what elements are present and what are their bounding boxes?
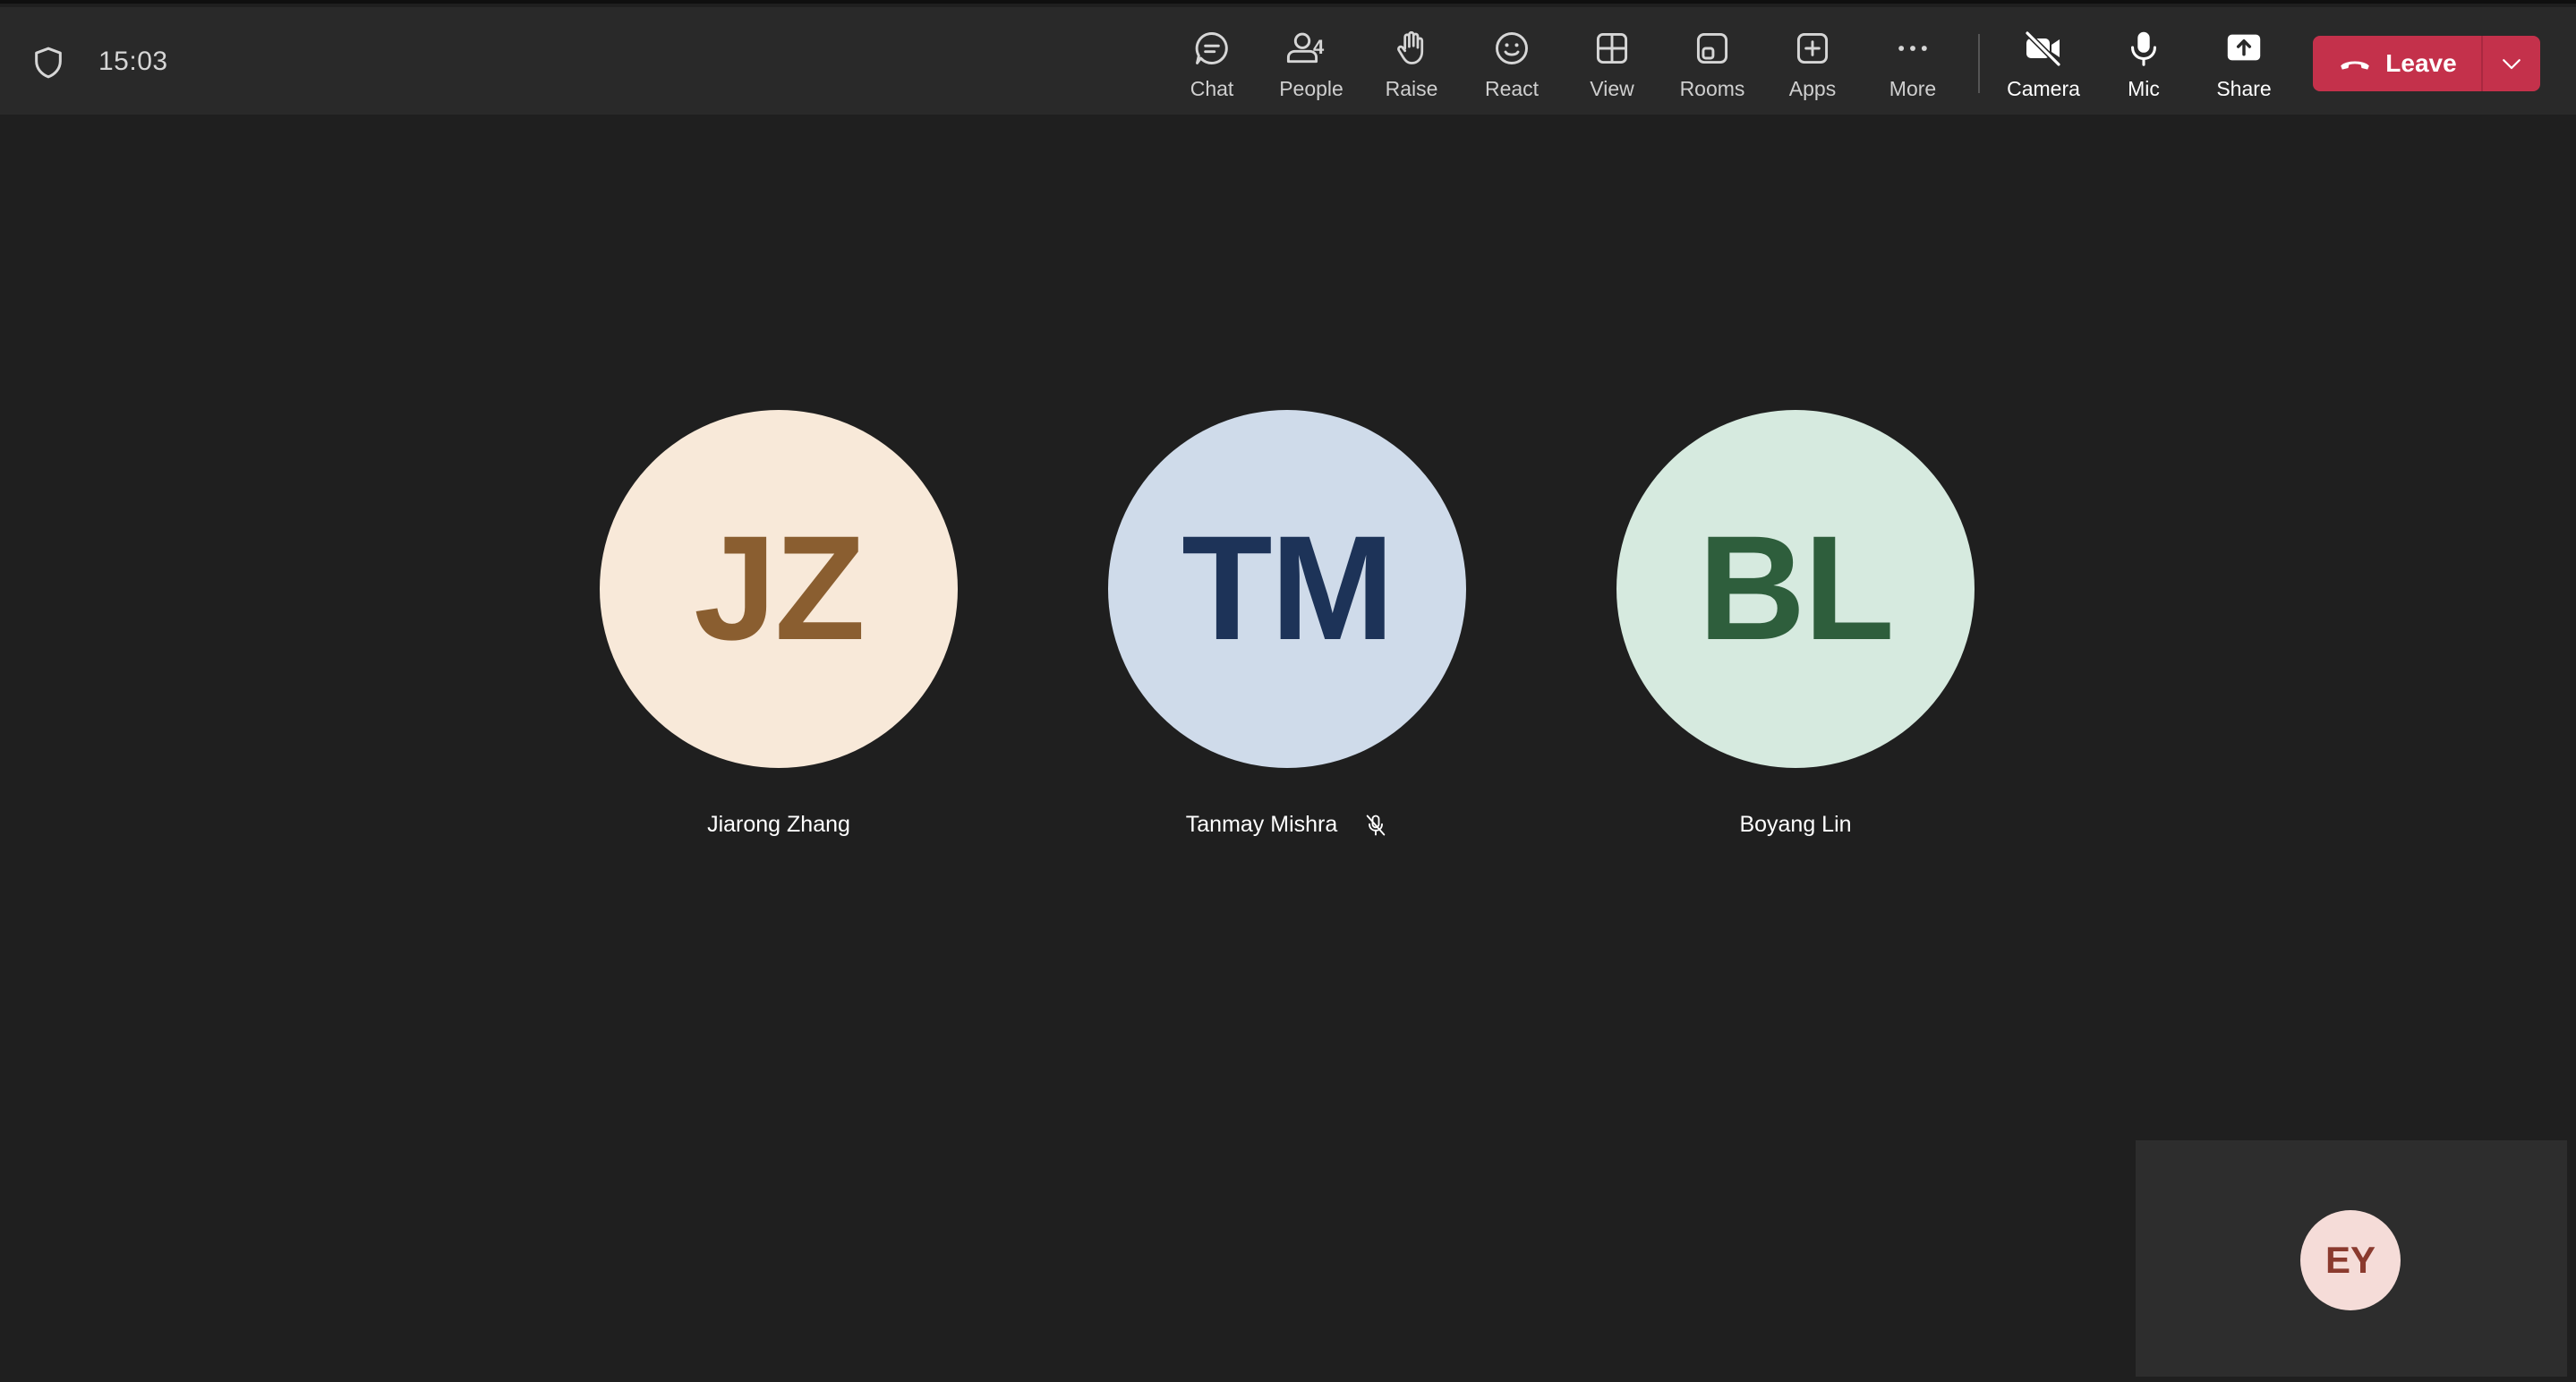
mic-label: Mic (2128, 77, 2160, 100)
share-icon (2227, 34, 2261, 61)
rooms-label: Rooms (1679, 77, 1745, 100)
apps-button[interactable]: Apps (1763, 25, 1862, 106)
react-button[interactable]: React (1463, 25, 1561, 106)
participant-name-text: Tanmay Mishra (1185, 812, 1338, 837)
phone-hangup-icon (2341, 61, 2370, 70)
leave-button-group: Leave (2313, 36, 2540, 91)
apps-label: Apps (1788, 77, 1837, 100)
react-label: React (1484, 77, 1540, 100)
share-label: Share (2216, 77, 2272, 100)
rooms-icon (1696, 32, 1728, 64)
leave-options-button[interactable] (2483, 36, 2540, 91)
meeting-window: 15:03 Chat 4 People Raise React View Roo… (0, 0, 2576, 1382)
view-button[interactable]: View (1563, 25, 1661, 106)
meeting-timer: 15:03 (98, 47, 168, 76)
toolbar-divider (1978, 34, 1980, 93)
self-avatar: EY (2300, 1210, 2401, 1310)
participant-initials: JZ (694, 506, 866, 671)
more-button[interactable]: More (1864, 25, 1962, 106)
participant-avatar[interactable]: BL (1616, 410, 1975, 768)
self-initials: EY (2324, 1239, 2376, 1281)
mic-icon (2131, 31, 2156, 66)
people-count-badge: 4 (1313, 36, 1325, 58)
participant-initials: BL (1698, 506, 1894, 671)
apps-icon (1796, 32, 1829, 64)
camera-label: Camera (2007, 77, 2080, 100)
people-button[interactable]: 4 People (1262, 25, 1361, 106)
raise-label: Raise (1385, 77, 1438, 100)
participant-name: Tanmay Mishra (1108, 812, 1466, 838)
participant-name: Boyang Lin (1616, 812, 1975, 838)
participant-name: Jiarong Zhang (600, 812, 958, 838)
participant-name-text: Boyang Lin (1739, 812, 1852, 837)
chevron-down-icon (2503, 59, 2521, 70)
chat-icon (1195, 32, 1228, 64)
mic-button[interactable]: Mic (2094, 25, 2193, 106)
react-icon (1496, 32, 1528, 64)
participant-avatar[interactable]: TM (1108, 410, 1466, 768)
chat-button[interactable]: Chat (1163, 25, 1261, 106)
chat-label: Chat (1190, 77, 1234, 100)
participant-name-text: Jiarong Zhang (707, 812, 850, 837)
share-button[interactable]: Share (2195, 25, 2293, 106)
view-icon (1596, 32, 1628, 64)
camera-button[interactable]: Camera (1994, 25, 2093, 106)
leave-button[interactable]: Leave (2313, 36, 2481, 91)
shield-icon[interactable] (30, 45, 66, 81)
more-icon (1898, 46, 1927, 51)
rooms-button[interactable]: Rooms (1663, 25, 1761, 106)
view-label: View (1590, 77, 1634, 100)
participant-initials: TM (1181, 506, 1395, 671)
self-view-tile[interactable]: EY (2136, 1140, 2567, 1377)
participant-avatar[interactable]: JZ (600, 410, 958, 768)
raise-hand-icon (1397, 30, 1424, 64)
raise-hand-button[interactable]: Raise (1362, 25, 1461, 106)
leave-label: Leave (2385, 49, 2457, 77)
more-label: More (1889, 77, 1937, 100)
camera-off-icon (2024, 30, 2062, 68)
mic-muted-icon (1366, 815, 1386, 836)
people-label: People (1279, 77, 1343, 100)
meeting-toolbar: 15:03 Chat 4 People Raise React View Roo… (0, 7, 2576, 115)
